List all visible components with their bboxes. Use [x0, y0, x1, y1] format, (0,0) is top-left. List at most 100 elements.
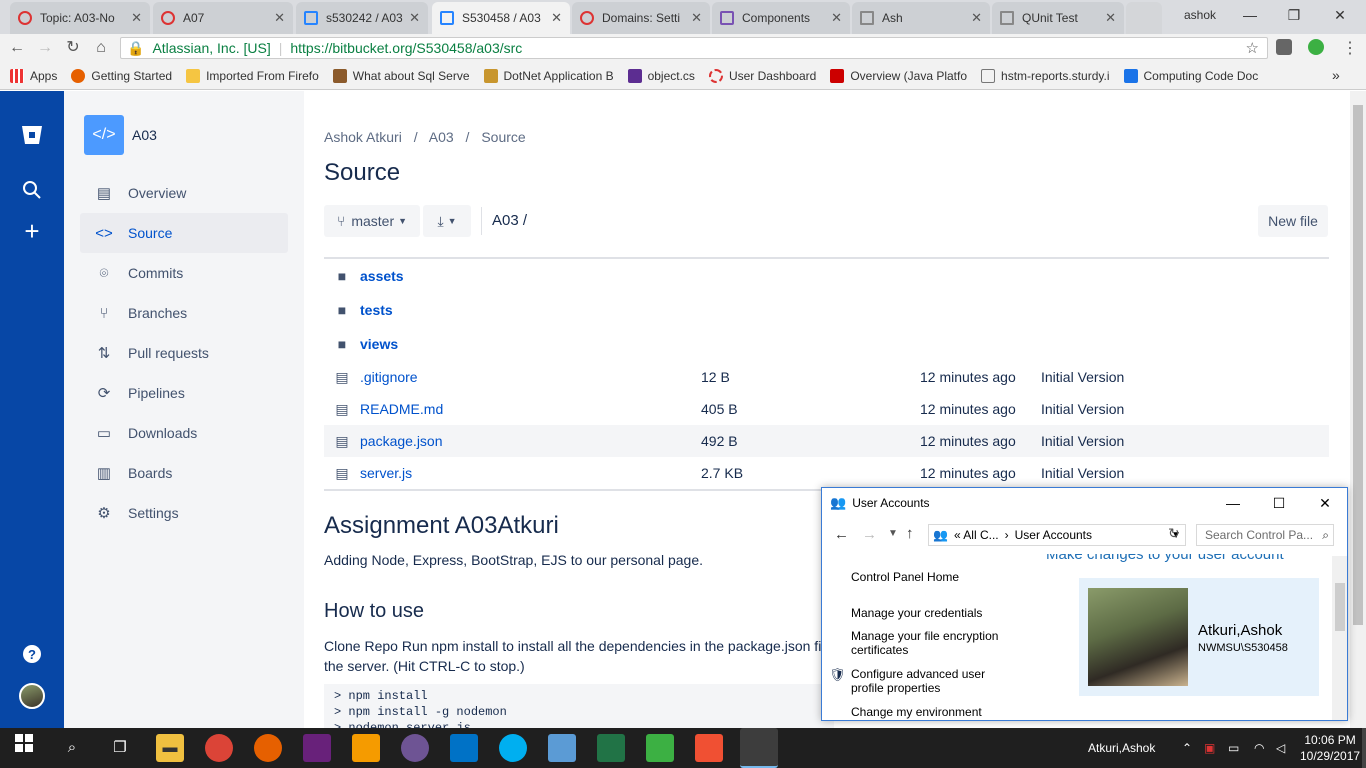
avatar[interactable]	[19, 683, 45, 709]
visual-studio-icon[interactable]	[303, 734, 331, 762]
sidebar-item-overview[interactable]: ▤ Overview	[80, 173, 288, 213]
github-icon[interactable]	[401, 734, 429, 762]
file-explorer-icon[interactable]: ▬	[156, 734, 184, 762]
excel-icon[interactable]	[597, 734, 625, 762]
restore-window-icon[interactable]: ❐	[1272, 0, 1316, 30]
file-name-link[interactable]: server.js	[360, 465, 701, 481]
list-item[interactable]: ▤ .gitignore 12 B 12 minutes ago Initial Ver…	[324, 361, 1329, 393]
bookmark-item[interactable]: Computing Code Doc	[1123, 68, 1258, 83]
wifi-icon[interactable]: ◠	[1254, 728, 1264, 768]
skype-icon[interactable]	[499, 734, 527, 762]
repo-code-icon[interactable]: </>	[84, 115, 124, 155]
search-icon[interactable]: ⌕	[58, 734, 86, 762]
file-commit[interactable]: Initial Version	[1041, 369, 1124, 385]
sidebar-item-boards[interactable]: ▥ Boards	[80, 453, 288, 493]
close-window-icon[interactable]: ✕	[1302, 488, 1348, 518]
bookmark-item[interactable]: What about Sql Serve	[332, 68, 470, 83]
search-icon[interactable]	[20, 179, 44, 203]
file-name-link[interactable]: assets	[360, 268, 701, 284]
bitbucket-logo-icon[interactable]	[20, 123, 44, 147]
back-arrow-icon[interactable]: ←	[834, 526, 849, 543]
firefox-icon[interactable]	[254, 734, 282, 762]
reload-icon[interactable]: ↻	[62, 37, 84, 59]
close-tab-icon[interactable]: ✕	[831, 10, 842, 26]
close-tab-icon[interactable]: ✕	[1105, 10, 1116, 26]
list-item[interactable]: ■ assets	[324, 259, 1329, 293]
sidebar-item-downloads[interactable]: ▭ Downloads	[80, 413, 288, 453]
path-current[interactable]: User Accounts	[1015, 528, 1092, 542]
file-name-link[interactable]: .gitignore	[360, 369, 701, 385]
close-tab-icon[interactable]: ✕	[551, 10, 562, 26]
start-windows-icon[interactable]	[10, 734, 38, 762]
up-arrow-icon[interactable]: ↑	[906, 525, 914, 542]
close-tab-icon[interactable]: ✕	[274, 10, 285, 26]
file-commit[interactable]: Initial Version	[1041, 433, 1124, 449]
browser-tab-active[interactable]: S530458 / A03 ✕	[432, 2, 570, 34]
virtualbox-icon[interactable]	[548, 734, 576, 762]
bookmark-folder[interactable]: Imported From Firefo	[186, 68, 319, 83]
sidebar-item-commits[interactable]: ⌾ Commits	[80, 253, 288, 293]
home-icon[interactable]: ⌂	[90, 37, 112, 59]
control-panel-taskbar-icon[interactable]	[740, 728, 778, 768]
new-file-button[interactable]: New file	[1258, 205, 1328, 237]
outlook-icon[interactable]	[450, 734, 478, 762]
media-icon[interactable]	[646, 734, 674, 762]
sidebar-item-settings[interactable]: ⚙ Settings	[80, 493, 288, 533]
browser-tab[interactable]: Components ✕	[712, 2, 850, 34]
forward-arrow-icon[interactable]: →	[34, 37, 56, 59]
close-tab-icon[interactable]: ✕	[409, 10, 420, 26]
new-tab-button[interactable]	[1126, 2, 1162, 34]
clock[interactable]: 10:06 PM 10/29/2017	[1300, 732, 1360, 764]
minimize-window-icon[interactable]: —	[1228, 0, 1272, 30]
bookmark-item[interactable]: Overview (Java Platfo	[830, 68, 967, 83]
tray-overflow-icon[interactable]: ⌃	[1182, 728, 1192, 768]
refresh-icon[interactable]: ↻	[1168, 525, 1180, 542]
download-button[interactable]: ⤓ ▼	[423, 205, 471, 237]
branch-selector[interactable]: ⑂ master ▼	[324, 205, 420, 237]
maximize-window-icon[interactable]: ☐	[1256, 488, 1302, 518]
advanced-profile-link[interactable]: Configure advanced user profile properti…	[851, 667, 1011, 695]
extension-power-icon[interactable]	[1308, 39, 1324, 55]
breadcrumb-user-link[interactable]: Ashok Atkuri	[324, 129, 402, 145]
bookmark-item[interactable]: hstm-reports.sturdy.i	[981, 68, 1110, 83]
list-item[interactable]: ▤ README.md 405 B 12 minutes ago Initial Ver…	[324, 393, 1329, 425]
profile-name[interactable]: ashok	[1184, 8, 1216, 22]
list-item[interactable]: ■ views	[324, 327, 1329, 361]
forward-arrow-icon[interactable]: →	[862, 526, 877, 543]
sidebar-item-source[interactable]: <> Source	[80, 213, 288, 253]
git-icon[interactable]	[695, 734, 723, 762]
bookmark-item[interactable]: Getting Started	[71, 68, 172, 83]
menu-kebab-icon[interactable]: ⋮	[1342, 38, 1358, 58]
bookmark-apps[interactable]: Apps	[10, 68, 57, 83]
list-item[interactable]: ■ tests	[324, 293, 1329, 327]
sidebar-item-pipelines[interactable]: ⟳ Pipelines	[80, 373, 288, 413]
close-tab-icon[interactable]: ✕	[971, 10, 982, 26]
bookmark-star-icon[interactable]: ☆	[1246, 39, 1259, 57]
page-scrollbar-thumb[interactable]	[1353, 105, 1363, 625]
browser-tab[interactable]: Topic: A03-No ✕	[10, 2, 150, 34]
sublime-text-icon[interactable]	[352, 734, 380, 762]
bookmark-item[interactable]: object.cs	[627, 68, 695, 83]
taskbar-user[interactable]: Atkuri,Ashok	[1088, 728, 1155, 768]
bookmark-item[interactable]: DotNet Application B	[483, 68, 614, 83]
sidebar-item-branches[interactable]: ⑂ Branches	[80, 293, 288, 333]
manage-credentials-link[interactable]: Manage your credentials	[851, 606, 982, 620]
bookmarks-overflow-button[interactable]: »	[1332, 67, 1340, 83]
help-icon[interactable]: ?	[20, 643, 44, 667]
address-bar[interactable]: 🔒 Atlassian, Inc. [US] | https://bitbuck…	[120, 37, 1268, 59]
browser-tab[interactable]: Domains: Setti ✕	[572, 2, 710, 34]
list-item[interactable]: ▤ server.js 2.7 KB 12 minutes ago Initial Ve…	[324, 457, 1329, 489]
create-plus-icon[interactable]: +	[20, 218, 44, 244]
file-commit[interactable]: Initial Version	[1041, 401, 1124, 417]
battery-icon[interactable]: ▭	[1228, 728, 1239, 768]
close-tab-icon[interactable]: ✕	[691, 10, 702, 26]
change-environment-link[interactable]: Change my environment	[851, 705, 982, 719]
volume-icon[interactable]: ◁	[1276, 728, 1285, 768]
browser-tab[interactable]: A07 ✕	[153, 2, 293, 34]
chrome-icon[interactable]	[205, 734, 233, 762]
tray-app-icon[interactable]: ▣	[1204, 728, 1215, 768]
sidebar-item-pull-requests[interactable]: ⇅ Pull requests	[80, 333, 288, 373]
task-view-icon[interactable]: ❐	[106, 734, 134, 762]
file-name-link[interactable]: package.json	[360, 433, 701, 449]
file-commit[interactable]: Initial Version	[1041, 465, 1124, 481]
